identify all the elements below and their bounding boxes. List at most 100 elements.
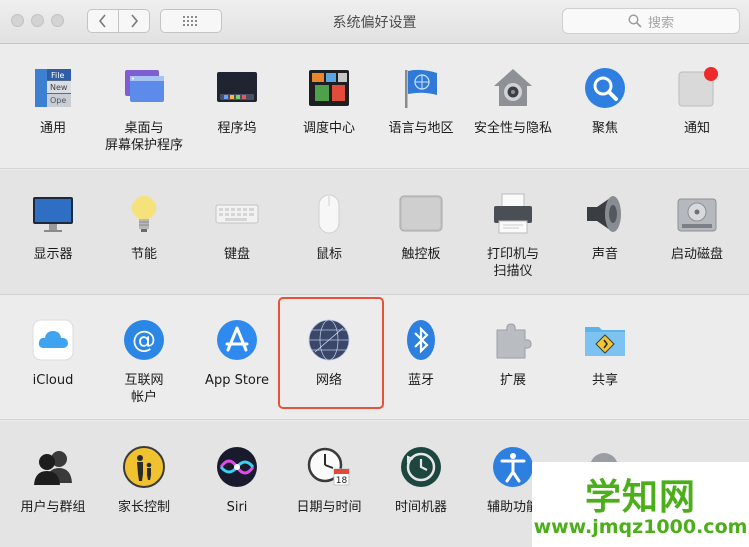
- pref-label: 桌面与 屏幕保护程序: [104, 121, 183, 153]
- spotlight-icon: [585, 68, 625, 108]
- trackpad-icon: [399, 195, 443, 232]
- app-store-icon: [217, 320, 257, 360]
- pref-security-privacy[interactable]: 安全性与隐私: [468, 66, 558, 137]
- preferences-row-personal: File New Ope 通用 桌面与 屏幕保护程序 程序坞 调度中心 语言与地…: [0, 44, 749, 169]
- accessibility-icon: [493, 447, 533, 487]
- lightbulb-icon: [132, 196, 156, 232]
- search-icon: [628, 14, 642, 28]
- pref-mouse[interactable]: 鼠标: [284, 192, 374, 263]
- siri-icon: [217, 447, 257, 487]
- pref-label: App Store: [205, 373, 269, 388]
- mission-control-icon: [309, 70, 349, 106]
- preferences-row-hardware: 显示器 节能 键盘 鼠标 触控板 打印机与 扫描仪 声音 启动磁盘: [0, 170, 749, 295]
- pref-bluetooth[interactable]: 蓝牙: [376, 318, 466, 389]
- pref-general[interactable]: File New Ope 通用: [8, 66, 98, 137]
- speaker-icon: [587, 196, 621, 232]
- pref-label: 安全性与隐私: [473, 121, 552, 136]
- pref-label: iCloud: [32, 373, 74, 388]
- house-lock-icon: [494, 69, 532, 106]
- pref-parental-controls[interactable]: 家长控制: [99, 445, 189, 516]
- search-placeholder: 搜索: [647, 15, 674, 31]
- pref-internet-accounts[interactable]: @ 互联网 帐户: [99, 318, 189, 406]
- pref-label: 程序坞: [217, 121, 257, 136]
- svg-text:New: New: [50, 83, 68, 92]
- show-all-button[interactable]: [160, 9, 222, 33]
- pref-label: 显示器: [33, 247, 73, 262]
- minimize-window-button[interactable]: [31, 14, 44, 27]
- search-input[interactable]: 搜索: [562, 8, 740, 34]
- pref-time-machine[interactable]: 时间机器: [376, 445, 466, 516]
- pref-label: 打印机与 扫描仪: [486, 247, 539, 279]
- pref-label: 蓝牙: [407, 373, 434, 388]
- svg-text:File: File: [51, 71, 64, 80]
- zoom-window-button[interactable]: [51, 14, 64, 27]
- sharing-folder-icon: [585, 327, 625, 356]
- disk-icon: [677, 198, 717, 232]
- pref-language-region[interactable]: 语言与地区: [376, 66, 466, 137]
- watermark: 学知网 www.jmqz1000.com: [532, 462, 749, 547]
- pref-label: 时间机器: [394, 500, 447, 515]
- users-icon: [34, 451, 72, 485]
- pref-label: 共享: [591, 373, 618, 388]
- watermark-url: www.jmqz1000.com: [533, 516, 748, 538]
- at-icon: @: [124, 320, 164, 360]
- back-button[interactable]: [88, 10, 118, 32]
- general-icon: File New Ope: [35, 69, 71, 107]
- grid-icon: [183, 16, 197, 26]
- pref-label: Siri: [226, 500, 248, 515]
- pref-printers-scanners[interactable]: 打印机与 扫描仪: [468, 192, 558, 280]
- flag-icon: [405, 69, 437, 108]
- puzzle-icon: [496, 323, 532, 359]
- pref-date-time[interactable]: 18 日期与时间: [284, 445, 374, 516]
- pref-keyboard[interactable]: 键盘: [192, 192, 282, 263]
- pref-trackpad[interactable]: 触控板: [376, 192, 466, 263]
- bluetooth-icon: [407, 320, 435, 360]
- pref-mission-control[interactable]: 调度中心: [284, 66, 374, 137]
- svg-text:@: @: [132, 326, 156, 354]
- watermark-title: 学知网: [584, 477, 696, 518]
- title-bar: 系统偏好设置 搜索: [0, 0, 749, 44]
- pref-displays[interactable]: 显示器: [8, 192, 98, 263]
- pref-label: 调度中心: [302, 121, 355, 136]
- icloud-icon: [32, 319, 74, 361]
- pref-label: 互联网 帐户: [124, 373, 164, 405]
- svg-text:18: 18: [336, 476, 348, 486]
- notifications-icon: [678, 67, 718, 107]
- pref-label: 用户与群组: [20, 500, 86, 515]
- pref-label: 触控板: [401, 247, 441, 262]
- pref-siri[interactable]: Siri: [192, 445, 282, 516]
- system-preferences-window: 系统偏好设置 搜索 File New Ope 通用 桌面与 屏幕保护程序 程序坞…: [0, 0, 749, 547]
- pref-desktop-screensaver[interactable]: 桌面与 屏幕保护程序: [99, 66, 189, 154]
- pref-label: 通知: [683, 121, 710, 136]
- network-highlight-box: [278, 297, 384, 409]
- pref-label: 节能: [130, 247, 157, 262]
- pref-label: 日期与时间: [296, 500, 362, 515]
- navigation-buttons: [87, 9, 150, 33]
- forward-button[interactable]: [118, 10, 149, 32]
- pref-label: 鼠标: [315, 247, 342, 262]
- keyboard-icon: [215, 204, 259, 224]
- pref-extensions[interactable]: 扩展: [468, 318, 558, 389]
- svg-text:Ope: Ope: [50, 96, 66, 105]
- pref-dock[interactable]: 程序坞: [192, 66, 282, 137]
- pref-spotlight[interactable]: 聚焦: [560, 66, 650, 137]
- mouse-icon: [318, 194, 340, 234]
- pref-label: 扩展: [499, 373, 526, 388]
- pref-icloud[interactable]: iCloud: [8, 318, 98, 389]
- clock-calendar-icon: 18: [307, 447, 350, 486]
- pref-startup-disk[interactable]: 启动磁盘: [652, 192, 742, 263]
- pref-users-groups[interactable]: 用户与群组: [8, 445, 98, 516]
- pref-label: 聚焦: [591, 121, 618, 136]
- display-icon: [33, 197, 73, 232]
- pref-sharing[interactable]: 共享: [560, 318, 650, 389]
- pref-energy-saver[interactable]: 节能: [99, 192, 189, 263]
- pref-sound[interactable]: 声音: [560, 192, 650, 263]
- pref-label: 家长控制: [117, 500, 170, 515]
- time-machine-icon: [401, 447, 441, 487]
- close-window-button[interactable]: [11, 14, 24, 27]
- pref-notifications[interactable]: 通知: [652, 66, 742, 137]
- parental-icon: [123, 446, 165, 488]
- chevron-right-icon: [131, 14, 139, 28]
- dock-icon: [217, 72, 257, 102]
- pref-app-store[interactable]: App Store: [192, 318, 282, 389]
